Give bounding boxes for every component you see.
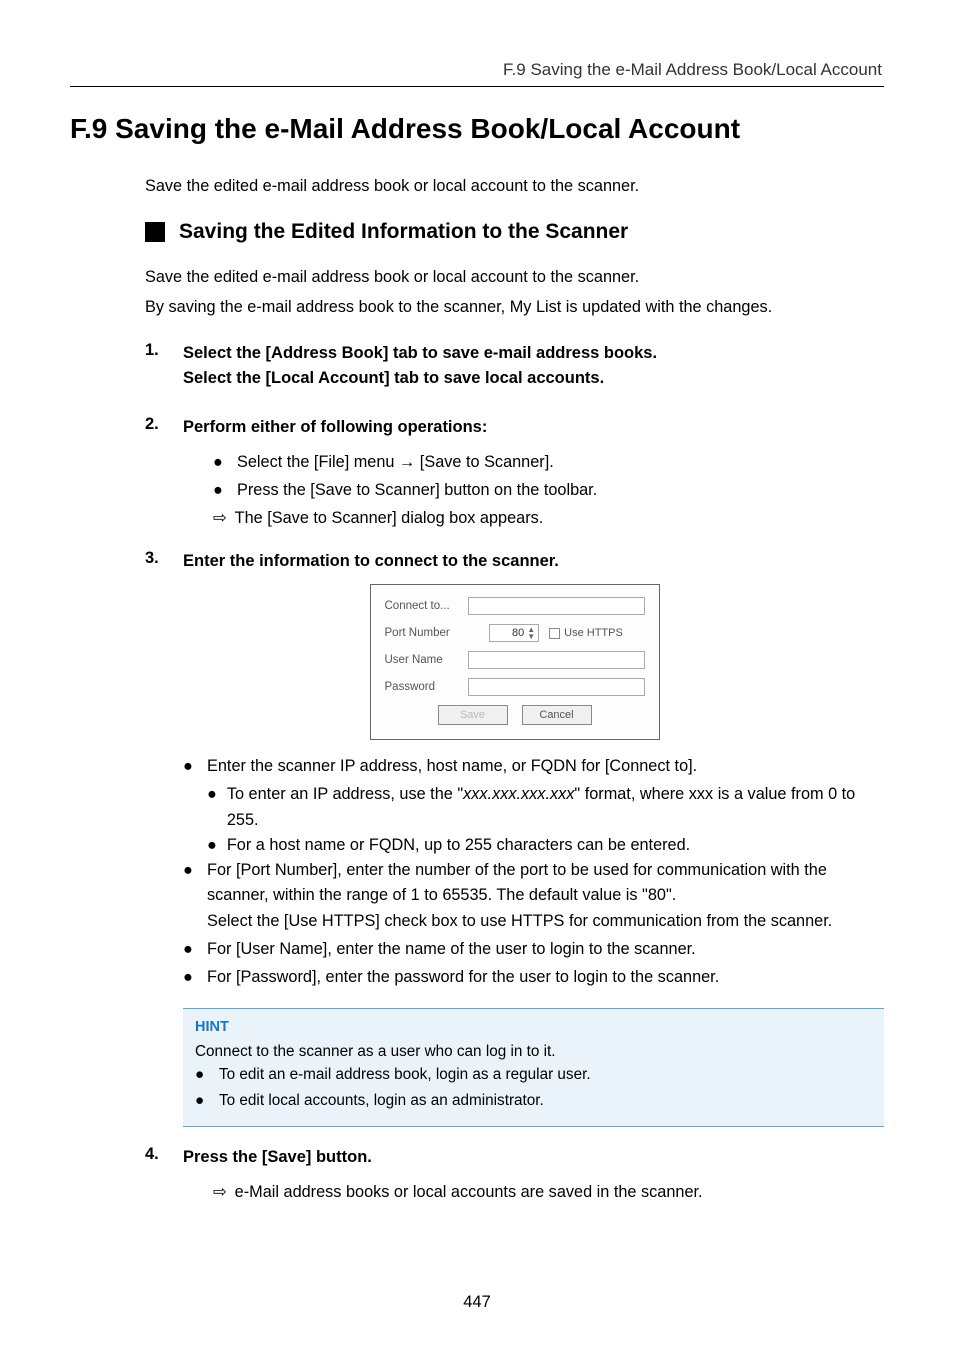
step-3-bullet-1: Enter the scanner IP address, host name,… [207,754,697,779]
intro-paragraph: Save the edited e-mail address book or l… [145,175,884,198]
hint-box: HINT Connect to the scanner as a user wh… [183,1008,884,1127]
step-2-result: The [Save to Scanner] dialog box appears… [235,506,544,531]
step-3-bullet-4: For [Password], enter the password for t… [207,965,719,990]
disc-bullet-icon: ● [183,937,197,962]
step-2-title: Perform either of following operations: [183,415,487,440]
dialog-https-checkbox[interactable]: Use HTTPS [549,627,623,639]
dialog-connect-label: Connect to... [385,600,460,612]
dialog-port-spinner[interactable]: 80 ▲▼ [489,624,539,642]
running-header: F.9 Saving the e-Mail Address Book/Local… [70,60,884,80]
step-2-bullet-1: Select the [File] menu → [Save to Scanne… [237,450,554,475]
step-2: 2. Perform either of following operation… [145,415,884,440]
subsection-para-1: Save the edited e-mail address book or l… [145,266,884,289]
step-2-bullet-2: Press the [Save to Scanner] button on th… [237,478,597,503]
step-3-bullet-3: For [User Name], enter the name of the u… [207,937,696,962]
subsection-title: Saving the Edited Information to the Sca… [179,220,628,244]
disc-bullet-icon: ● [183,965,197,990]
step-3-sub-2: For a host name or FQDN, up to 255 chara… [227,833,690,858]
dialog-save-button[interactable]: Save [438,705,508,725]
step-2-content: ● Select the [File] menu → [Save to Scan… [213,450,884,532]
step-4-content: ⇨ e-Mail address books or local accounts… [213,1180,884,1205]
step-3-title: Enter the information to connect to the … [183,549,559,574]
step-3: 3. Enter the information to connect to t… [145,549,884,574]
hint-bullet-2: To edit local accounts, login as an admi… [219,1090,544,1113]
step-4-num: 4. [145,1145,167,1170]
s3b1s1a: To enter an IP address, use the " [227,785,463,803]
dialog-port-value: 80 [512,627,524,639]
subsection-para-2: By saving the e-mail address book to the… [145,296,884,319]
hint-bullet-1: To edit an e-mail address book, login as… [219,1064,591,1087]
s3b2b: Select the [Use HTTPS] check box to use … [207,912,832,930]
dialog-cancel-button[interactable]: Cancel [522,705,592,725]
section-title: F.9 Saving the e-Mail Address Book/Local… [70,113,884,145]
dialog-username-label: User Name [385,654,460,666]
step-4-result: e-Mail address books or local accounts a… [235,1180,703,1205]
dialog-username-input[interactable] [468,651,645,669]
s3b1s1-italic: xxx.xxx.xxx.xxx [463,785,574,803]
dialog-password-input[interactable] [468,678,645,696]
step-2-num: 2. [145,415,167,440]
step-3-content: ● Enter the scanner IP address, host nam… [183,754,884,990]
step-4-title: Press the [Save] button. [183,1145,372,1170]
step-1: 1. Select the [Address Book] tab to save… [145,341,884,391]
page-number: 447 [0,1293,954,1312]
dialog-port-label: Port Number [385,627,460,639]
disc-bullet-icon: ● [183,858,197,934]
spinner-arrows-icon[interactable]: ▲▼ [527,626,535,640]
step-1-line-2: Select the [Local Account] tab to save l… [183,369,604,387]
disc-bullet-icon: ● [195,1090,209,1113]
step-2-b1-a: Select the [File] menu [237,453,399,471]
result-arrow-icon: ⇨ [213,506,227,531]
step-1-num: 1. [145,341,167,391]
square-bullet-icon [145,222,165,242]
header-rule [70,86,884,87]
step-4: 4. Press the [Save] button. [145,1145,884,1170]
disc-bullet-icon: ● [207,782,217,833]
step-1-line-1: Select the [Address Book] tab to save e-… [183,344,657,362]
dialog-password-label: Password [385,681,460,693]
hint-para: Connect to the scanner as a user who can… [195,1041,872,1064]
disc-bullet-icon: ● [213,478,227,503]
checkbox-icon[interactable] [549,628,560,639]
subsection-heading: Saving the Edited Information to the Sca… [145,220,884,244]
step-3-num: 3. [145,549,167,574]
disc-bullet-icon: ● [207,833,217,858]
s3b2a: For [Port Number], enter the number of t… [207,861,827,904]
disc-bullet-icon: ● [213,450,227,475]
disc-bullet-icon: ● [183,754,197,779]
disc-bullet-icon: ● [195,1064,209,1087]
step-1-text: Select the [Address Book] tab to save e-… [183,341,657,391]
result-arrow-icon: ⇨ [213,1180,227,1205]
step-3-bullet-2: For [Port Number], enter the number of t… [207,858,884,934]
step-3-sub-1: To enter an IP address, use the "xxx.xxx… [227,782,884,833]
dialog-https-label: Use HTTPS [564,627,623,639]
save-to-scanner-dialog: Connect to... Port Number 80 ▲▼ Use HTTP… [370,584,660,740]
step-2-b1-b: [Save to Scanner]. [415,453,553,471]
hint-title: HINT [195,1017,872,1039]
dialog-connect-input[interactable] [468,597,645,615]
